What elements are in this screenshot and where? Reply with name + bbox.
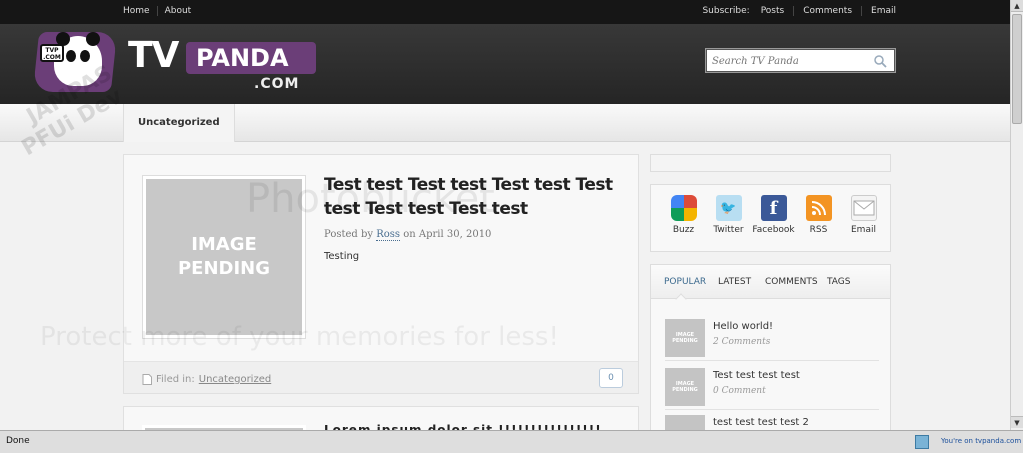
logo-tag: TVP .COM xyxy=(40,44,64,62)
scroll-thumb[interactable] xyxy=(1012,14,1022,124)
image-pending-placeholder: IMAGE PENDING xyxy=(146,179,302,335)
tab-comments[interactable]: COMMENTS xyxy=(765,277,818,287)
thumb-text-line2: PENDING xyxy=(177,258,271,279)
buzz-icon xyxy=(670,195,697,221)
list-item[interactable]: IMAGE PENDING Test test test test 0 Comm… xyxy=(665,364,879,410)
post-footer: Filed in: Uncategorized 0 xyxy=(124,361,638,393)
post-thumbnail[interactable]: IMAGE PENDING xyxy=(142,175,306,339)
entry-thumbnail[interactable]: IMAGE PENDING xyxy=(665,368,705,406)
meta-prefix: Posted by xyxy=(324,229,374,240)
post-date: April 30, 2010 xyxy=(418,229,492,240)
social-twitter[interactable]: 🐦 Twitter xyxy=(706,195,751,235)
subscribe-email-link[interactable]: Email xyxy=(862,6,896,16)
social-links-widget: Buzz 🐦 Twitter f Facebook RSS Email xyxy=(650,184,891,252)
social-facebook[interactable]: f Facebook xyxy=(751,195,796,235)
zone-icon xyxy=(915,435,929,449)
filed-category-link[interactable]: Uncategorized xyxy=(199,374,271,385)
post-card: IMAGE PENDING Test test Test test Test t… xyxy=(123,154,639,394)
browser-status-bar: Done You're on tvpanda.com xyxy=(0,430,1023,453)
scroll-down-arrow-icon[interactable]: ▼ xyxy=(1011,416,1023,428)
nav-home-link[interactable]: Home xyxy=(116,6,158,16)
entry-comment-count: 0 Comment xyxy=(713,386,766,396)
filed-label: Filed in: xyxy=(156,374,195,385)
social-email[interactable]: Email xyxy=(841,195,886,235)
widget-tab-bar: POPULAR LATEST COMMENTS TAGS xyxy=(651,265,890,299)
social-rss-label: RSS xyxy=(809,225,828,235)
mini-thumb-line2: PENDING xyxy=(672,338,698,344)
entry-comment-count: 2 Comments xyxy=(713,337,771,347)
logo-word-panda: PANDA xyxy=(196,44,289,72)
document-icon xyxy=(142,374,152,385)
tab-popular[interactable]: POPULAR xyxy=(664,277,706,287)
search-input[interactable] xyxy=(712,53,872,69)
subscribe-comments-link[interactable]: Comments xyxy=(794,6,863,16)
rss-icon xyxy=(805,195,832,221)
site-header: TVP .COM TV PANDA .COM xyxy=(0,24,1010,104)
primary-nav: Home About xyxy=(116,6,198,16)
entry-title[interactable]: test test test test 2 xyxy=(713,417,809,428)
social-links: Buzz 🐦 Twitter f Facebook RSS Email xyxy=(661,195,886,235)
entry-title[interactable]: Test test test test xyxy=(713,370,800,381)
entry-thumbnail[interactable]: IMAGE PENDING xyxy=(665,319,705,357)
zone-text: You're on tvpanda.com xyxy=(941,437,1022,445)
post-author-link[interactable]: Ross xyxy=(376,229,401,241)
post-filed-in: Filed in: Uncategorized xyxy=(142,374,271,385)
subscribe-posts-link[interactable]: Posts xyxy=(752,6,795,16)
search-box xyxy=(705,48,896,73)
twitter-icon: 🐦 xyxy=(715,195,742,221)
tabbed-posts-widget: POPULAR LATEST COMMENTS TAGS IMAGE PENDI… xyxy=(650,264,891,434)
social-facebook-label: Facebook xyxy=(752,225,795,235)
top-navigation-bar: Home About Subscribe: Posts Comments Ema… xyxy=(0,0,1010,24)
logo-word-tv: TV xyxy=(128,35,179,76)
subscribe-nav: Subscribe: Posts Comments Email xyxy=(693,6,896,16)
subscribe-label: Subscribe: xyxy=(702,6,750,16)
social-rss[interactable]: RSS xyxy=(796,195,841,235)
status-text: Done xyxy=(6,436,30,446)
facebook-icon: f xyxy=(760,195,787,221)
category-bar: Uncategorized xyxy=(0,104,1010,142)
comment-count-bubble[interactable]: 0 xyxy=(599,368,623,388)
list-item[interactable]: IMAGE PENDING Hello world! 2 Comments xyxy=(665,315,879,361)
thumb-text-line1: IMAGE xyxy=(191,234,257,255)
sidebar-top-widget xyxy=(650,154,891,172)
social-email-label: Email xyxy=(851,225,876,235)
nav-about-link[interactable]: About xyxy=(158,6,199,16)
logo-dotcom: .COM xyxy=(254,76,300,92)
meta-date-prefix: on xyxy=(403,229,416,240)
email-icon xyxy=(850,195,877,221)
entry-title[interactable]: Hello world! xyxy=(713,321,773,332)
post-title[interactable]: Test test Test test Test test Test test … xyxy=(324,173,624,221)
social-buzz[interactable]: Buzz xyxy=(661,195,706,235)
post-meta: Posted by Ross on April 30, 2010 xyxy=(324,229,492,241)
social-buzz-label: Buzz xyxy=(672,225,695,235)
tab-latest[interactable]: LATEST xyxy=(718,277,751,287)
social-twitter-label: Twitter xyxy=(713,225,744,235)
category-tab-uncategorized[interactable]: Uncategorized xyxy=(123,104,235,142)
site-logo[interactable]: TVP .COM TV PANDA .COM xyxy=(32,30,316,96)
scroll-up-arrow-icon[interactable]: ▲ xyxy=(1011,0,1023,12)
vertical-scrollbar[interactable]: ▲ ▼ xyxy=(1010,0,1023,430)
post-excerpt: Testing xyxy=(324,251,360,262)
tab-tags[interactable]: TAGS xyxy=(827,277,850,287)
mini-thumb-line2: PENDING xyxy=(672,387,698,393)
search-icon[interactable] xyxy=(873,54,887,68)
